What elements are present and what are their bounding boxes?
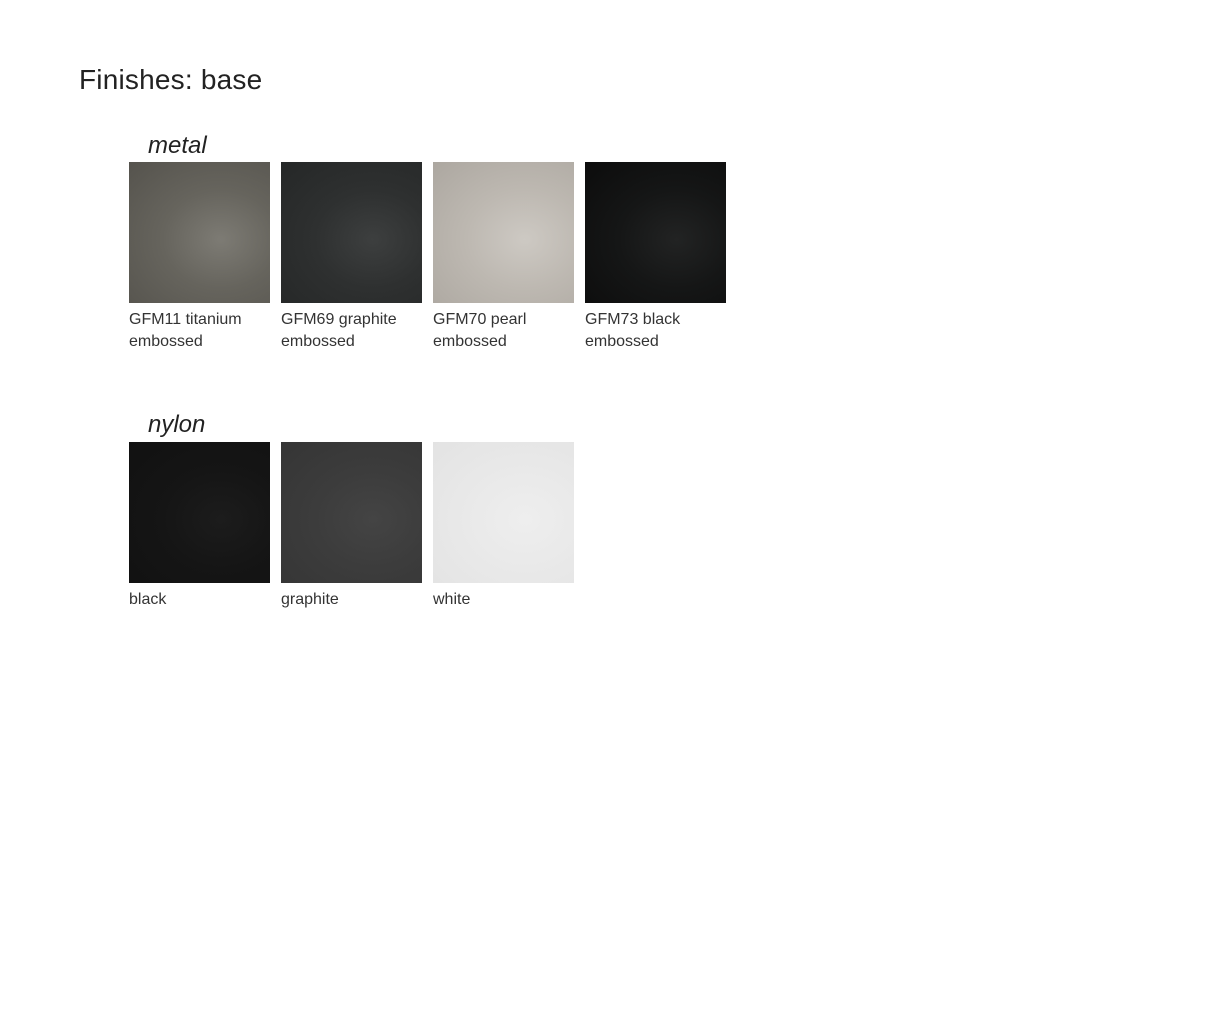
- finish-item[interactable]: GFM73 black embossed: [585, 162, 726, 353]
- finish-item[interactable]: black: [129, 442, 270, 611]
- finish-swatch[interactable]: [433, 162, 574, 303]
- finish-swatch[interactable]: [129, 442, 270, 583]
- finish-swatch[interactable]: [129, 162, 270, 303]
- group-title-metal: metal: [148, 132, 207, 159]
- page-title: Finishes: base: [79, 64, 263, 95]
- finish-label: black: [129, 591, 167, 608]
- finish-swatch[interactable]: [585, 162, 726, 303]
- finish-label: graphite: [281, 591, 339, 608]
- finish-label: GFM70 pearl embossed: [433, 311, 527, 350]
- finish-label: GFM73 black embossed: [585, 311, 681, 350]
- group-title-nylon: nylon: [148, 411, 206, 438]
- finish-item[interactable]: GFM11 titanium embossed: [129, 162, 270, 353]
- finish-label: GFM69 graphite embossed: [281, 311, 397, 350]
- finish-swatch[interactable]: [433, 442, 574, 583]
- finish-label: white: [433, 591, 471, 608]
- finish-label: GFM11 titanium embossed: [129, 311, 242, 350]
- swatch-grid-nylon: black graphite white: [129, 442, 574, 611]
- finish-swatch[interactable]: [281, 442, 422, 583]
- swatch-grid-metal: GFM11 titanium embossed GFM69 graphite e…: [129, 162, 726, 353]
- finish-item[interactable]: GFM70 pearl embossed: [433, 162, 574, 353]
- finish-item[interactable]: white: [433, 442, 574, 611]
- finish-item[interactable]: GFM69 graphite embossed: [281, 162, 422, 353]
- finish-item[interactable]: graphite: [281, 442, 422, 611]
- finish-swatch[interactable]: [281, 162, 422, 303]
